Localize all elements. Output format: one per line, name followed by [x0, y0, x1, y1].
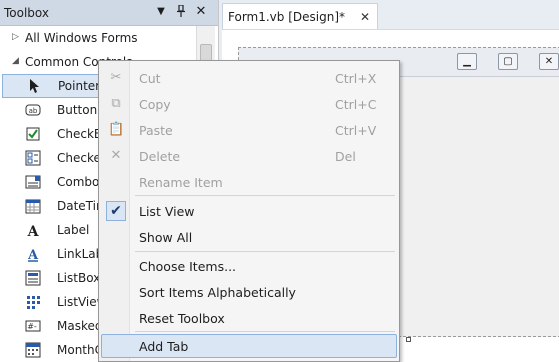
monthcalendar-icon — [25, 342, 41, 358]
menu-label: Choose Items... — [139, 259, 237, 274]
toolbox-item-label: Pointer — [58, 79, 101, 93]
menu-label: Paste — [139, 123, 173, 138]
minimize-icon: ▁ — [457, 53, 477, 70]
pin-icon[interactable] — [174, 4, 188, 19]
pointer-icon — [26, 78, 42, 94]
menu-item-show-all[interactable]: Show All — [101, 225, 397, 249]
svg-text:A: A — [27, 224, 40, 238]
menu-item-choose-items[interactable]: Choose Items... — [101, 254, 397, 278]
close-icon[interactable]: ✕ — [194, 5, 208, 19]
window-close-icon: ✕ — [539, 53, 559, 70]
menu-label: Copy — [139, 97, 171, 112]
check-icon: ✔ — [106, 201, 126, 221]
label-icon: A — [25, 222, 41, 240]
menu-label: Delete — [139, 149, 181, 164]
combobox-icon — [25, 174, 41, 190]
menu-shortcut: Ctrl+V — [335, 123, 377, 138]
svg-text:ab: ab — [29, 107, 38, 115]
menu-item-rename[interactable]: Rename Item — [101, 170, 397, 194]
cut-icon: ✂ — [110, 70, 122, 85]
maskedtextbox-icon: #- — [25, 318, 41, 334]
toolbox-title: Toolbox — [4, 6, 49, 20]
expand-arrow-icon[interactable]: ▷ — [12, 32, 22, 44]
menu-label: Sort Items Alphabetically — [139, 285, 296, 300]
dropdown-icon[interactable]: ▼ — [154, 5, 168, 19]
menu-label: List View — [139, 204, 195, 219]
menu-item-list-view[interactable]: ✔ List View — [101, 199, 397, 223]
datetimepicker-icon — [25, 198, 41, 214]
resize-handle[interactable] — [406, 337, 411, 342]
menu-item-paste[interactable]: 📋 Paste Ctrl+V — [101, 118, 397, 142]
context-menu: ✂ Cut Ctrl+X ⧉ Copy Ctrl+C 📋 Paste Ctrl+… — [98, 60, 400, 362]
paste-icon: 📋 — [108, 122, 125, 137]
menu-separator — [135, 331, 395, 332]
collapse-arrow-icon[interactable]: ◢ — [12, 56, 22, 68]
listbox-icon — [25, 270, 41, 286]
checkedlistbox-icon — [25, 150, 41, 166]
checkbox-icon — [25, 126, 41, 142]
group-all-windows-forms[interactable]: ▷ All Windows Forms — [0, 26, 196, 50]
menu-label: Show All — [139, 230, 193, 245]
menu-item-cut[interactable]: ✂ Cut Ctrl+X — [101, 66, 397, 90]
toolbox-item-label: Button — [57, 103, 98, 117]
menu-item-add-tab[interactable]: Add Tab — [101, 334, 397, 358]
menu-label: Cut — [139, 71, 161, 86]
menu-item-reset-toolbox[interactable]: Reset Toolbox — [101, 306, 397, 330]
menu-shortcut: Ctrl+X — [335, 71, 377, 86]
tab-form1-design[interactable]: Form1.vb [Design]* ✕ — [222, 3, 378, 29]
copy-icon: ⧉ — [111, 96, 121, 111]
svg-text:#-: #- — [27, 322, 37, 331]
maximize-icon: ▢ — [498, 53, 518, 70]
delete-icon: ✕ — [110, 148, 122, 163]
group-label: All Windows Forms — [25, 31, 138, 45]
menu-label: Rename Item — [139, 175, 223, 190]
menu-separator — [135, 251, 395, 252]
button-icon: ab — [25, 102, 41, 118]
menu-shortcut: Del — [335, 149, 356, 164]
menu-item-sort-alphabetically[interactable]: Sort Items Alphabetically — [101, 280, 397, 304]
tab-close-icon[interactable]: ✕ — [360, 10, 370, 24]
menu-label: Add Tab — [139, 339, 189, 354]
menu-label: Reset Toolbox — [139, 311, 225, 326]
toolbox-title-bar: Toolbox ▼ ✕ — [0, 0, 218, 26]
menu-item-copy[interactable]: ⧉ Copy Ctrl+C — [101, 92, 397, 116]
tab-label: Form1.vb [Design]* — [228, 10, 346, 24]
linklabel-icon: A — [25, 246, 41, 263]
toolbox-item-label: Label — [57, 223, 90, 237]
listview-icon — [25, 294, 41, 310]
menu-item-delete[interactable]: ✕ Delete Del — [101, 144, 397, 168]
menu-separator — [135, 195, 395, 196]
toolbox-item-label: ListBox — [57, 271, 101, 285]
menu-shortcut: Ctrl+C — [335, 97, 377, 112]
svg-text:A: A — [27, 248, 39, 262]
